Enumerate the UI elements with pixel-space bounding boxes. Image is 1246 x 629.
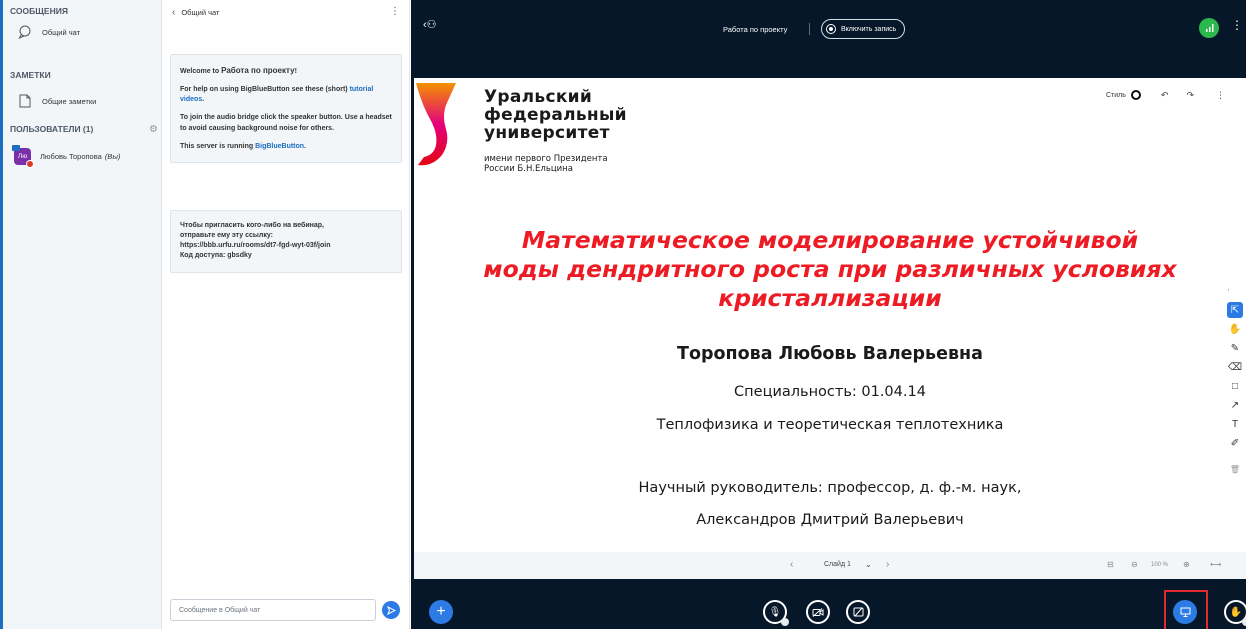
eraser-tool-icon[interactable]: ⌫ (1227, 359, 1243, 375)
mic-off-icon: 🎙 (768, 606, 782, 618)
presentation-nav: ‹ Слайд 1 ⌄ › ⊟ ⊖ 100 % ⊕ ⟷ (414, 552, 1246, 579)
arrow-tool-icon[interactable]: ↗ (1227, 397, 1243, 413)
fit-to-width-icon[interactable]: ⊟ (1107, 560, 1114, 569)
slide-specialty-name: Теплофизика и теоретическая теплотехника (656, 417, 1004, 433)
stroke-color-icon[interactable] (1130, 90, 1141, 100)
record-button[interactable]: Включить запись (821, 19, 906, 39)
zoom-level: 100 % (1151, 562, 1169, 568)
sidebar-item-public-chat[interactable]: Общий чат (3, 22, 161, 42)
camera-off-icon (812, 607, 824, 617)
mute-button[interactable]: 🎙 (763, 600, 789, 626)
undo-icon[interactable]: ↶ (1161, 90, 1169, 101)
chat-header: ‹ Общий чат ⋮ (163, 0, 409, 24)
slide-supervisor-name: Александров Дмитрий Валерьевич (696, 512, 964, 528)
connection-status-button[interactable] (1199, 18, 1219, 38)
signal-icon (1205, 24, 1213, 32)
welcome-message: Welcome to Работа по проекту! For help o… (170, 54, 402, 163)
avatar: Лю (12, 144, 34, 168)
more-options-icon[interactable]: ⋮ (1231, 18, 1243, 32)
gear-icon[interactable]: ⚙ (149, 124, 158, 135)
university-name: Уральский федеральный университет (484, 87, 627, 143)
users-toggle-icon[interactable]: ‹⚇ (423, 18, 437, 31)
trash-icon[interactable]: 🗑 (1227, 461, 1243, 477)
zoom-in-icon[interactable]: ⊕ (1183, 560, 1190, 569)
urfu-logo (416, 83, 456, 166)
raise-hand-button[interactable]: ✋ (1224, 600, 1246, 626)
screen-share-off-icon (853, 607, 863, 617)
nav-bar: ‹⚇ Работа по проекту Включить запись ⋮ (411, 0, 1246, 56)
text-tool-icon[interactable]: T (1227, 416, 1243, 432)
next-slide-icon[interactable]: › (886, 559, 889, 570)
select-tool-icon[interactable]: ⇱ (1227, 302, 1243, 318)
slide-supervisor: Научный руководитель: профессор, д. ф.-м… (638, 480, 1022, 496)
slide-author: Торопова Любовь Валерьевна (677, 344, 983, 364)
pencil-tool-icon[interactable]: ✎ (1227, 340, 1243, 356)
notes-heading: ЗАМЕТКИ (10, 70, 51, 80)
access-code: Код доступа: gbsdky (180, 252, 252, 260)
more-options-icon[interactable]: ⋮ (1216, 90, 1225, 101)
drawing-toolbar: ⇱ ✋ ✎ ⌫ □ ↗ T ✐ 🗑 (1225, 288, 1245, 533)
presentation-icon (1180, 607, 1190, 617)
redo-icon[interactable]: ↷ (1186, 90, 1194, 101)
pan-tool-icon[interactable]: ✋ (1227, 321, 1243, 337)
chat-icon (18, 25, 32, 39)
rectangle-tool-icon[interactable]: □ (1227, 378, 1243, 394)
chevron-left-icon[interactable]: ‹ (172, 7, 175, 18)
camera-button[interactable] (806, 600, 830, 624)
annotation-style-bar: Стиль ↶ ↷ ⋮ (1098, 84, 1245, 106)
presenter-badge-icon (12, 144, 20, 151)
invite-link[interactable]: https://bbb.urfu.ru/rooms/dt7-fgd-wyt-03… (180, 241, 392, 251)
meeting-title: Работа по проекту (723, 25, 788, 34)
send-button[interactable] (382, 601, 400, 619)
reactions-options-icon[interactable] (1242, 618, 1246, 626)
more-options-icon[interactable]: ⋮ (390, 6, 400, 17)
notes-icon (18, 94, 32, 108)
audio-options-icon[interactable] (781, 618, 789, 626)
divider (809, 23, 810, 35)
main-area: ‹⚇ Работа по проекту Включить запись ⋮ У… (411, 0, 1246, 629)
user-list-sidebar: СООБЩЕНИЯ Общий чат ЗАМЕТКИ Общие заметк… (0, 0, 162, 629)
chevron-down-icon[interactable]: ⌄ (865, 560, 872, 569)
actions-button[interactable]: + (429, 600, 453, 624)
user-name: Любовь Торопова (40, 151, 102, 161)
chat-panel: ‹ Общий чат ⋮ Welcome to Работа по проек… (163, 0, 410, 629)
user-you-tag: (Вы) (104, 151, 121, 161)
hand-icon: ✋ (1229, 606, 1243, 618)
shared-notes-label: Общие заметки (42, 96, 97, 106)
bigbluebutton-link[interactable]: BigBlueButton (255, 143, 304, 150)
send-icon (386, 605, 396, 615)
muted-badge-icon (26, 159, 34, 168)
invite-message: Чтобы пригласить кого-либо на вебинар, о… (170, 210, 402, 273)
users-heading: ПОЛЬЗОВАТЕЛИ (1) (10, 124, 94, 134)
sticky-note-tool-icon[interactable]: ✐ (1227, 435, 1243, 451)
user-list-item[interactable]: Лю Любовь Торопова (Вы) (3, 144, 161, 168)
presentation-slide: Уральский федеральный университет имени … (414, 78, 1246, 552)
slide-selector[interactable]: Слайд 1 (824, 561, 851, 568)
messages-heading: СООБЩЕНИЯ (10, 6, 68, 16)
style-label[interactable]: Стиль (1106, 92, 1126, 99)
presentation-toggle-button[interactable] (1173, 600, 1197, 624)
public-chat-label: Общий чат (42, 27, 81, 37)
fullscreen-icon[interactable]: ⟷ (1210, 560, 1221, 569)
zoom-out-icon[interactable]: ⊖ (1131, 560, 1138, 569)
university-subtitle: имени первого Президента России Б.Н.Ельц… (484, 154, 608, 174)
chat-title[interactable]: Общий чат (181, 8, 219, 17)
sidebar-item-shared-notes[interactable]: Общие заметки (3, 91, 161, 111)
record-icon (826, 24, 836, 34)
screen-share-button[interactable] (846, 600, 870, 624)
slide-title: Математическое моделирование устойчивой … (483, 226, 1177, 312)
chat-message-input[interactable]: Сообщение в Общий чат (170, 599, 376, 621)
previous-slide-icon[interactable]: ‹ (790, 559, 793, 570)
action-bar: + 🎙 ✋ (411, 579, 1246, 629)
slide-specialty: Специальность: 01.04.14 (734, 384, 926, 400)
